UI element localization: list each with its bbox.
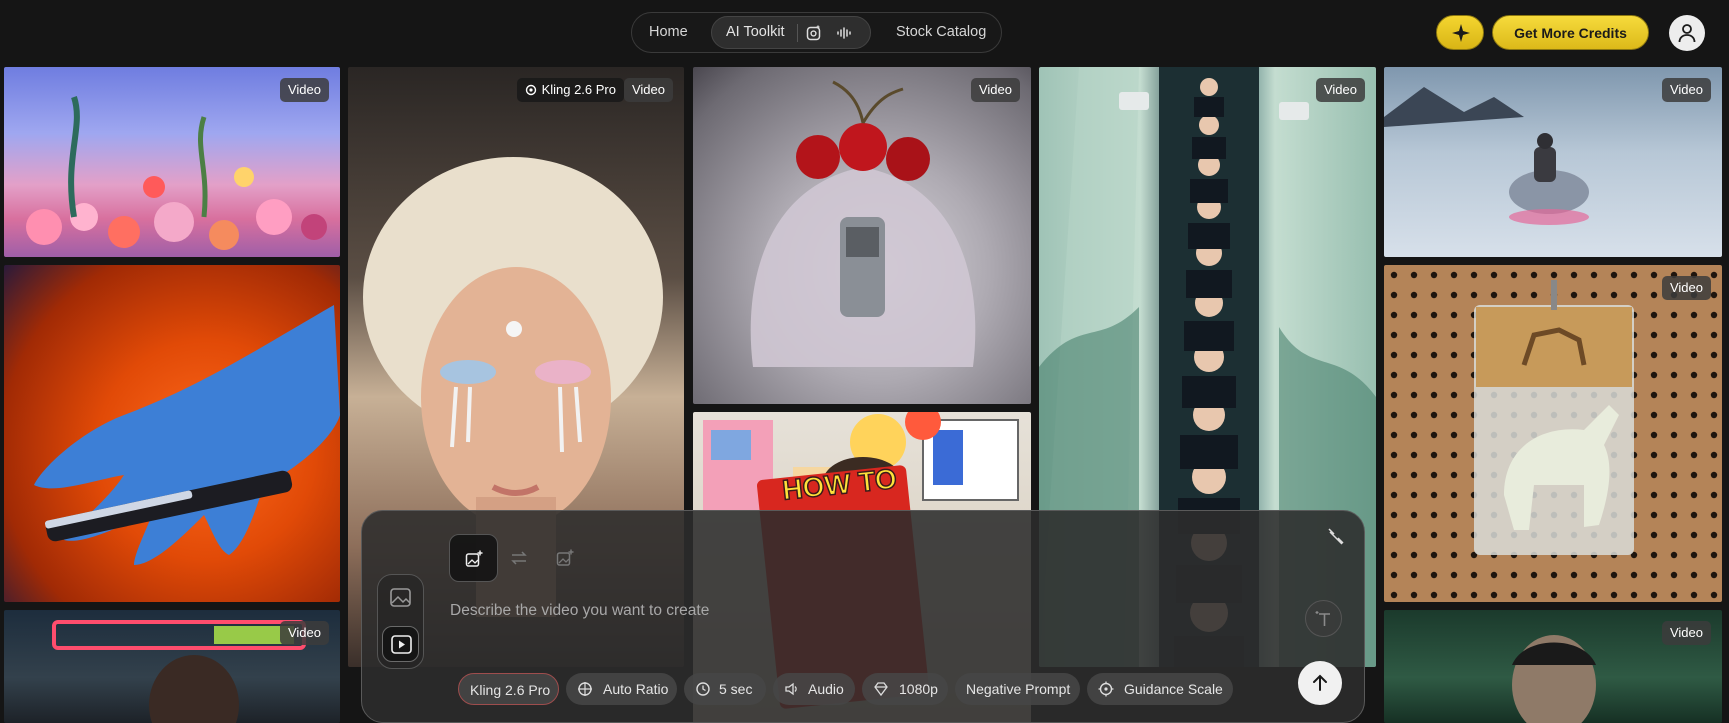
model-selector-label: Kling 2.6 Pro [470,682,551,698]
target-icon [1098,681,1114,697]
audio-toggle[interactable]: Audio [773,673,855,705]
horse-pegboard-image [1384,265,1722,602]
duration-selector-label: 5 sec [719,681,753,697]
video-badge: Video [1661,78,1711,102]
video-badge: Video [970,78,1020,102]
aspect-ratio-icon [578,682,592,696]
gallery-tile-blue-hand[interactable] [4,265,340,602]
diamond-icon [874,682,888,697]
swap-icon [511,551,527,565]
ratio-selector[interactable]: Auto Ratio [566,673,677,705]
image-to-video-tab[interactable] [449,534,498,582]
audio-toggle-label: Audio [808,681,844,697]
video-badge: Video [1661,276,1711,300]
collapse-icon[interactable] [1326,526,1346,546]
generation-mode-tabs [449,534,589,582]
main-nav: Home AI Toolkit Stock Catalog [631,12,1002,53]
blue-hand-image [34,305,340,565]
video-icon [391,635,412,654]
audio-wave-icon[interactable] [836,25,852,41]
generate-submit-button[interactable] [1298,661,1342,705]
user-icon [1678,24,1696,43]
nav-ai-toolkit[interactable]: AI Toolkit [711,16,871,49]
speaker-icon [785,682,797,696]
sparkle-icon [1452,24,1470,42]
text-icon [1315,611,1330,626]
get-more-credits-button[interactable]: Get More Credits [1492,15,1649,50]
gallery-tile-neon-rain[interactable]: Video [4,610,340,723]
video-composer-panel: Kling 2.6 Pro Auto Ratio 5 sec Audio 108… [361,510,1365,723]
image-ai-icon[interactable] [806,25,822,41]
cherry-jelly-image [750,80,976,367]
nav-stock-catalog[interactable]: Stock Catalog [896,13,986,52]
gallery-tile-flowers[interactable]: Video [4,67,340,257]
ai-assistant-button[interactable] [1436,15,1484,50]
image-mode-button[interactable] [382,580,419,616]
guidance-scale-button[interactable]: Guidance Scale [1087,673,1233,705]
top-bar: Home AI Toolkit Stock Catalog Get More C… [0,0,1729,66]
video-badge: Video [623,78,673,102]
end-frame-tab[interactable] [541,534,590,582]
model-badge-label: Kling 2.6 Pro [541,82,616,97]
negative-prompt-button[interactable]: Negative Prompt [955,673,1080,705]
negative-prompt-label: Negative Prompt [966,681,1071,697]
model-logo-icon [525,84,536,96]
gallery-tile-horse-pegboard[interactable]: Video [1384,265,1722,602]
video-badge: Video [279,78,329,102]
video-badge: Video [279,621,329,645]
arrow-up-icon [1313,674,1327,691]
text-style-button[interactable] [1305,600,1342,637]
add-image-icon [465,550,483,567]
model-badge: Kling 2.6 Pro [516,78,624,102]
video-badge: Video [1661,621,1711,645]
media-type-switcher [377,574,424,669]
gallery-tile-man-portrait[interactable]: Video [1384,610,1722,723]
video-prompt-input[interactable] [450,598,1210,624]
user-avatar-button[interactable] [1669,15,1705,51]
duration-selector[interactable]: 5 sec [684,673,766,705]
frames-swap-tab[interactable] [495,534,544,582]
ratio-selector-label: Auto Ratio [603,681,669,697]
video-mode-button[interactable] [382,626,419,662]
guidance-scale-label: Guidance Scale [1124,681,1223,697]
gallery-tile-snow-elephant[interactable]: Video [1384,67,1722,257]
model-selector[interactable]: Kling 2.6 Pro [458,673,559,705]
video-badge: Video [1315,78,1365,102]
gallery-tile-cherry-jelly[interactable]: Video [693,67,1031,404]
nav-home[interactable]: Home [649,13,688,52]
image-icon [390,588,411,607]
nav-ai-toolkit-label: AI Toolkit [726,24,785,40]
nav-divider [797,24,798,42]
resolution-selector-label: 1080p [899,681,938,697]
clock-icon [696,682,710,696]
add-end-image-icon [556,549,574,566]
resolution-selector[interactable]: 1080p [862,673,948,705]
